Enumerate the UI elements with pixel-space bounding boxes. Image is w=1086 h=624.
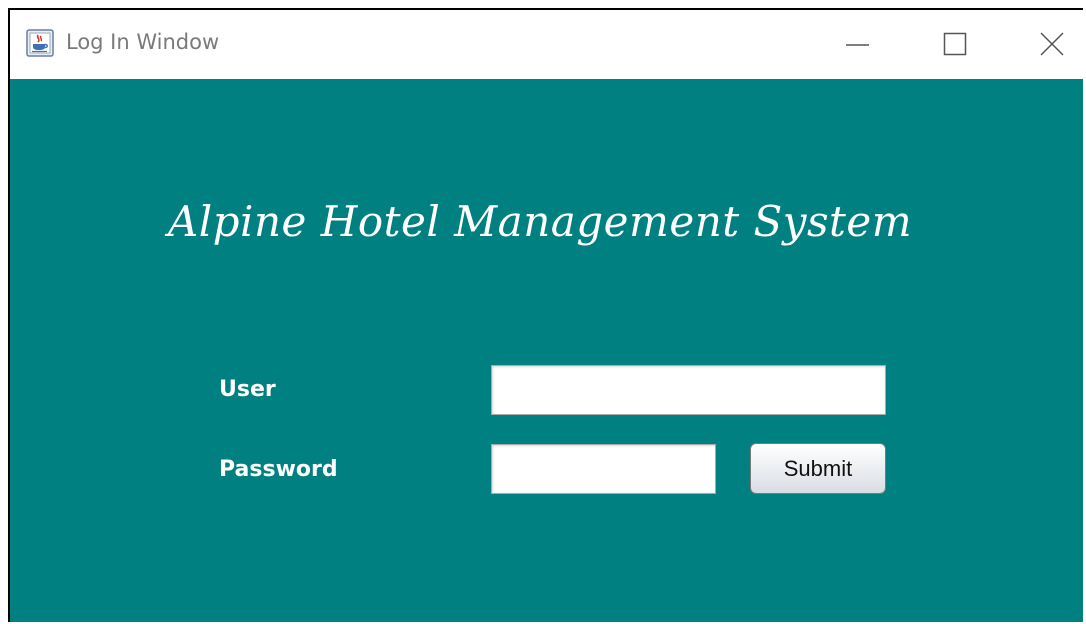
minimize-icon[interactable] <box>838 24 878 64</box>
user-input[interactable] <box>491 365 886 415</box>
title-bar[interactable]: Log In Window <box>10 10 1083 79</box>
submit-button[interactable]: Submit <box>750 443 886 494</box>
maximize-icon[interactable] <box>935 24 975 64</box>
password-label: Password <box>219 457 338 482</box>
login-window: Log In Window Alpine Hotel Management Sy… <box>8 8 1083 622</box>
app-heading: Alpine Hotel Management System <box>167 197 913 246</box>
login-panel: Alpine Hotel Management System User Pass… <box>10 79 1083 622</box>
close-icon[interactable] <box>1032 24 1072 64</box>
user-label: User <box>219 377 276 402</box>
window-title: Log In Window <box>66 30 220 54</box>
password-input[interactable] <box>491 444 716 494</box>
java-app-icon <box>26 29 54 57</box>
